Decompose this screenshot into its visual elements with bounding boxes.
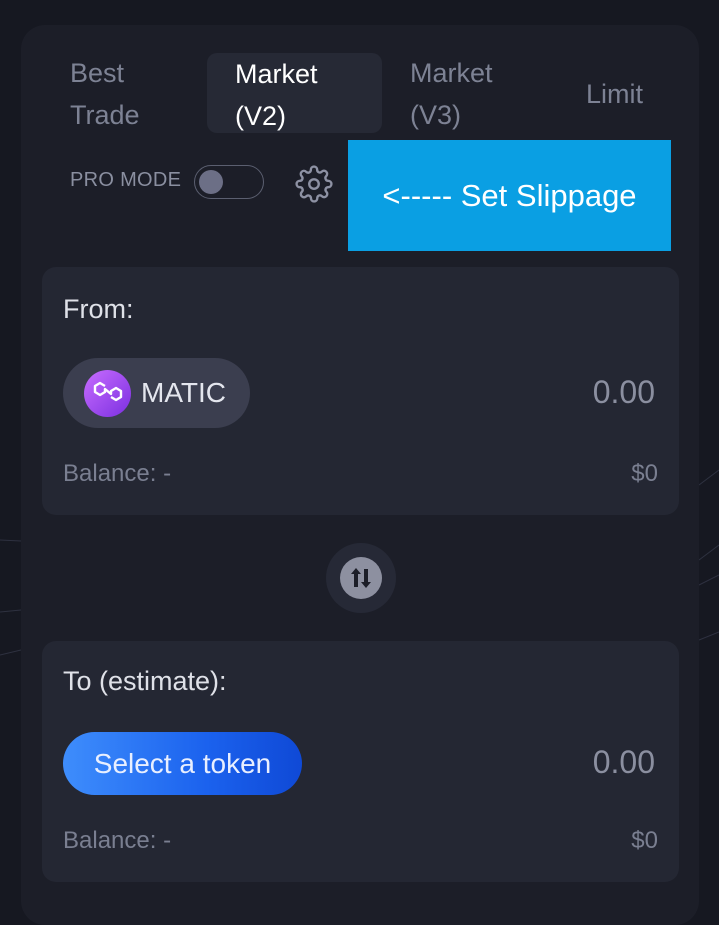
pro-mode-toggle[interactable] [194,165,264,199]
toggle-knob [199,170,223,194]
to-amount-input[interactable] [455,744,655,781]
tab-best-trade-line-2: Trade [70,100,140,130]
to-usd-value: $0 [631,827,658,854]
from-panel: From: MATIC Balance: - $0 [42,267,679,515]
from-token-selector[interactable]: MATIC [63,358,250,428]
tab-market-v2-line-2: (V2) [235,101,287,131]
tab-best-trade-line-1: Best [70,58,125,88]
gear-icon[interactable] [295,165,333,203]
set-slippage-callout: <----- Set Slippage [348,140,671,251]
from-balance: Balance: - [63,460,172,487]
to-panel: To (estimate): Select a token Balance: -… [42,641,679,882]
to-balance: Balance: - [63,827,172,854]
tab-market-v3[interactable]: Market (V3) [410,52,493,136]
from-token-symbol: MATIC [141,377,227,408]
polygon-logo-icon [84,369,131,417]
from-amount-input[interactable] [455,374,655,411]
tab-market-v3-line-2: (V3) [410,100,462,130]
from-usd-value: $0 [631,460,658,487]
tab-market-v3-line-1: Market [410,58,493,88]
to-title: To (estimate): [63,666,227,696]
select-token-button[interactable]: Select a token [63,732,302,795]
from-title: From: [63,294,134,324]
swap-direction-button[interactable] [326,543,396,613]
swap-arrows-icon [340,557,382,599]
tab-best-trade[interactable]: Best Trade [70,52,140,136]
pro-mode-label: PRO MODE [70,169,182,191]
tab-market-v2-line-1: Market [235,59,318,89]
tab-market-v2[interactable]: Market (V2) [207,53,382,133]
tab-limit[interactable]: Limit [586,73,643,115]
swap-card: Best Trade Market (V2) Market (V3) Limit… [21,25,699,925]
